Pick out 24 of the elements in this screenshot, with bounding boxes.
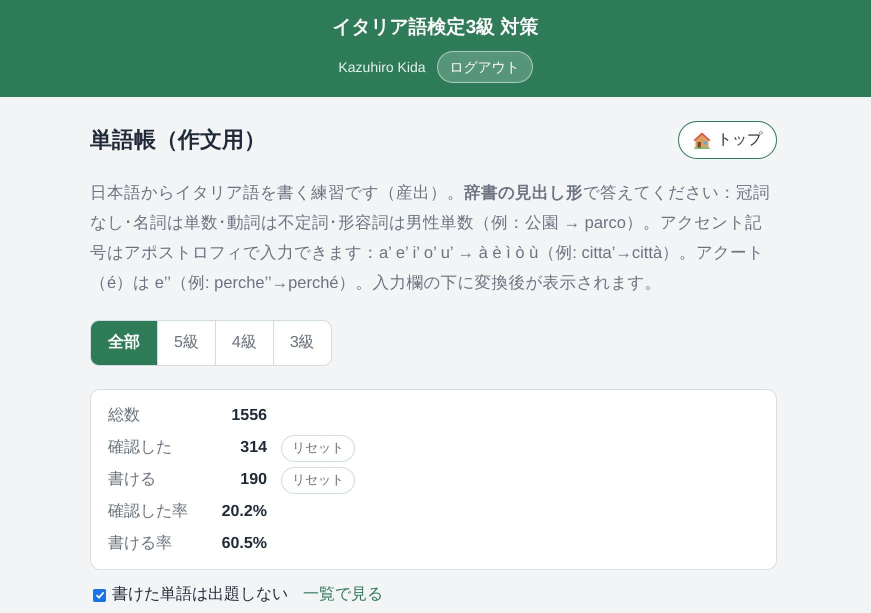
top-button[interactable]: トップ <box>678 121 777 159</box>
stat-label: 書ける <box>108 470 157 490</box>
app-title: イタリア語検定3級 対策 <box>332 16 538 40</box>
level-tab[interactable]: 全部 <box>91 321 157 365</box>
stat-label: 確認した率 <box>108 502 189 522</box>
stat-label: 書ける率 <box>108 534 173 554</box>
reset-button[interactable]: リセット <box>281 434 355 462</box>
checkbox[interactable] <box>93 588 106 602</box>
house-icon <box>693 132 711 148</box>
page-heading: 単語帳（作文用） <box>90 126 266 154</box>
stat-value: 1556 <box>230 406 267 426</box>
stat-value: 20.2% <box>220 502 267 522</box>
reset-button[interactable]: リセット <box>281 466 355 494</box>
logout-button[interactable]: ログアウト <box>436 51 533 83</box>
stat-value: 60.5% <box>220 534 267 554</box>
stat-value: 190 <box>239 470 267 490</box>
list-link[interactable]: 一覧で見る <box>303 585 383 605</box>
checkbox-label[interactable]: 書けた単語は出題しない <box>112 585 288 605</box>
stat-label: 総数 <box>108 406 141 426</box>
stat-value: 314 <box>239 438 267 458</box>
user-name: Kazuhiro Kida <box>338 58 426 76</box>
stat-label: 確認した <box>108 438 173 458</box>
level-tab[interactable]: 3級 <box>272 321 331 365</box>
description-text: 日本語からイタリア語を書く練習です（産出）。辞書の見出し形で答えてください：冠詞なし･名詞は単数･動詞は不定詞･形容詞は男性単数（例：公園 → parco）。アクセント記号はアポストロフィで入力できます：a’ e’ i’ o’ u’ → à è ì ò ù（例: citta’→città）。アクート（é）は e’’（例: perche’’→perché）。入力欄の下に変換後が表示されます。 <box>90 182 771 294</box>
